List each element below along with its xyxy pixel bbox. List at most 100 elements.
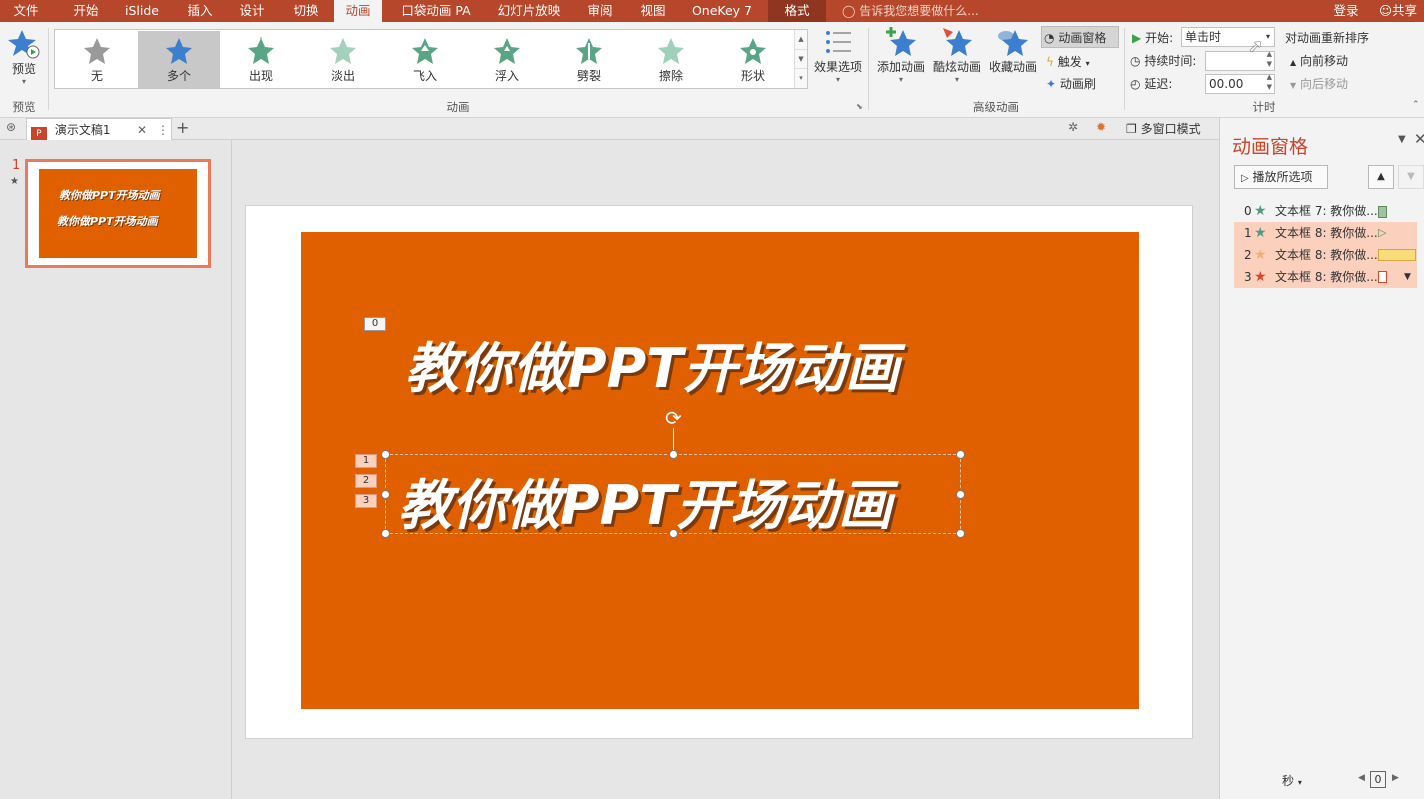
animation-gallery: 无 多个 出现 淡出 飞入 浮入 劈裂 擦除 形状 ▲ ▼ ▾: [54, 29, 808, 89]
slide-number: 1: [12, 158, 21, 173]
animation-list-item[interactable]: 1 ★ 文本框 8: 教你做... ▷: [1234, 222, 1417, 244]
tab-view[interactable]: 视图: [630, 0, 676, 22]
move-down-button[interactable]: ▼: [1398, 165, 1424, 189]
painter-star-icon: ✦: [1046, 77, 1057, 91]
tab-design[interactable]: 设计: [226, 0, 278, 22]
animation-list-item[interactable]: 3 ★ 文本框 8: 教你做... ▼: [1234, 266, 1417, 288]
resize-handle[interactable]: [956, 490, 965, 499]
animation-none[interactable]: 无: [56, 31, 138, 88]
move-earlier-button[interactable]: ▲ 向前移动: [1290, 51, 1348, 71]
resize-handle[interactable]: [381, 450, 390, 459]
preview-star-icon: [8, 30, 40, 59]
resize-handle[interactable]: [381, 529, 390, 538]
animation-fade[interactable]: 淡出: [302, 31, 384, 88]
play-selected-button[interactable]: ▷ 播放所选项: [1234, 165, 1328, 189]
resize-handle[interactable]: [669, 450, 678, 459]
tab-animations[interactable]: 动画: [334, 0, 382, 22]
zoom-left-icon[interactable]: ◀: [1358, 773, 1365, 783]
cool-animation-label: 酷炫动画: [932, 60, 981, 74]
tab-islide[interactable]: iSlide: [116, 0, 168, 22]
favorite-animation-button[interactable]: 收藏动画: [986, 26, 1040, 92]
scroll-up-icon[interactable]: ▲: [795, 30, 807, 49]
animation-order-badge[interactable]: 1: [355, 454, 377, 468]
time-unit-select[interactable]: 秒 ▾: [1282, 772, 1302, 789]
tab-review[interactable]: 审阅: [578, 0, 622, 22]
animation-appear[interactable]: 出现: [220, 31, 302, 88]
animation-painter-button[interactable]: ✦ 动画刷: [1046, 74, 1096, 94]
move-later-button[interactable]: ▼ 向后移动: [1290, 74, 1348, 94]
preview-button[interactable]: 预览 ▾: [4, 26, 44, 92]
effect-options-button[interactable]: 效果选项 ▾: [812, 28, 864, 94]
settings-gear-icon[interactable]: ✹: [1096, 120, 1106, 134]
gallery-scrollbar[interactable]: ▲ ▼ ▾: [794, 30, 807, 88]
animation-multiple-label: 多个: [166, 69, 191, 83]
add-animation-button[interactable]: 添加动画 ▾: [872, 26, 930, 92]
resize-handle[interactable]: [669, 529, 678, 538]
tab-format[interactable]: 格式: [768, 0, 826, 22]
animation-fly-in[interactable]: 飞入: [384, 31, 466, 88]
clock-pane-icon: ◔: [1044, 31, 1055, 45]
trigger-button[interactable]: ϟ 触发 ▾: [1046, 52, 1090, 72]
cool-animation-button[interactable]: 酷炫动画 ▾: [930, 26, 984, 92]
stepper-arrows-icon[interactable]: ▲ ▼: [1267, 72, 1272, 92]
slide-background[interactable]: 0 教你做PPT开场动画 1 2 3 ⟳ 教你做PPT开场动画: [301, 232, 1139, 709]
rotate-handle-icon[interactable]: ⟳: [665, 408, 682, 428]
animation-split[interactable]: 劈裂: [548, 31, 630, 88]
tab-file[interactable]: 文件: [0, 0, 52, 22]
slide-thumbnail[interactable]: 教你做PPT开场动画 教你做PPT开场动画: [25, 159, 211, 268]
animation-split-label: 劈裂: [576, 69, 601, 83]
gallery-expand-icon[interactable]: ▾: [795, 68, 807, 87]
delay-stepper[interactable]: 00.00 ▲ ▼: [1205, 72, 1275, 94]
star-split-icon: [576, 38, 602, 64]
collapse-ribbon-icon[interactable]: ⌃: [1412, 100, 1420, 110]
zoom-right-icon[interactable]: ▶: [1392, 773, 1399, 783]
animation-multiple[interactable]: 多个: [138, 31, 220, 88]
login-link[interactable]: 登录: [1326, 0, 1366, 22]
pin-icon[interactable]: ⊛: [6, 120, 16, 134]
multi-window-button[interactable]: ❐ 多窗口模式: [1126, 118, 1201, 140]
tab-onekey[interactable]: OneKey 7: [684, 0, 760, 22]
tell-me-search[interactable]: ◯ 告诉我您想要做什么...: [842, 0, 979, 22]
new-tab-plus-icon[interactable]: +: [176, 118, 189, 138]
thumbnail-slide-bg: 教你做PPT开场动画 教你做PPT开场动画: [39, 169, 197, 258]
tab-slideshow[interactable]: 幻灯片放映: [490, 0, 568, 22]
animation-list-item[interactable]: 0 ★ 文本框 7: 教你做...: [1234, 200, 1417, 222]
duration-stepper[interactable]: ▲ ▼: [1205, 49, 1275, 71]
animation-wipe-label: 擦除: [658, 69, 683, 83]
animation-pane-button[interactable]: ◔ 动画窗格: [1041, 26, 1119, 48]
move-up-button[interactable]: ▲: [1368, 165, 1394, 189]
share-button[interactable]: ☺共享: [1372, 0, 1424, 22]
ribbon-tab-bar: 文件 开始 iSlide 插入 设计 切换 动画 口袋动画 PA 幻灯片放映 审…: [0, 0, 1424, 22]
timeline-zoom-box[interactable]: 0: [1370, 771, 1386, 788]
animation-shape[interactable]: 形状: [712, 31, 794, 88]
close-icon[interactable]: ✕: [1414, 130, 1424, 148]
resize-handle[interactable]: [956, 529, 965, 538]
animation-list-item[interactable]: 2 ★ 文本框 8: 教你做...: [1234, 244, 1417, 266]
animation-order-badge[interactable]: 2: [355, 474, 377, 488]
tab-pocket-animation[interactable]: 口袋动画 PA: [392, 0, 480, 22]
close-icon[interactable]: ✕: [137, 119, 147, 141]
tab-insert[interactable]: 插入: [174, 0, 226, 22]
more-vertical-icon[interactable]: ⋮: [157, 119, 169, 141]
animation-order-badge[interactable]: 0: [364, 317, 386, 331]
item-dropdown-icon[interactable]: ▼: [1404, 266, 1411, 288]
title-textbox-2-selected[interactable]: 教你做PPT开场动画: [385, 454, 961, 537]
tab-home[interactable]: 开始: [60, 0, 112, 22]
document-tab-label: 演示文稿1: [54, 123, 111, 137]
animation-order-badge[interactable]: 3: [355, 494, 377, 508]
item-number: 0: [1244, 204, 1252, 218]
animation-float-in[interactable]: 浮入: [466, 31, 548, 88]
user-icon: ☺: [1378, 3, 1392, 18]
animation-wipe[interactable]: 擦除: [630, 31, 712, 88]
scroll-down-icon[interactable]: ▼: [795, 49, 807, 68]
tools-icon[interactable]: ✲: [1068, 120, 1078, 134]
resize-handle[interactable]: [381, 490, 390, 499]
resize-handle[interactable]: [956, 450, 965, 459]
dialog-launcher-icon[interactable]: ⬊: [856, 102, 863, 111]
stepper-arrows-icon[interactable]: ▲ ▼: [1267, 49, 1272, 69]
add-star-icon: [886, 27, 916, 56]
title-textbox-1[interactable]: 教你做PPT开场动画: [405, 324, 899, 403]
document-tab[interactable]: P 演示文稿1 ✕ ⋮: [26, 118, 172, 141]
tab-transitions[interactable]: 切换: [280, 0, 332, 22]
pane-options-icon[interactable]: ▼: [1398, 134, 1406, 145]
